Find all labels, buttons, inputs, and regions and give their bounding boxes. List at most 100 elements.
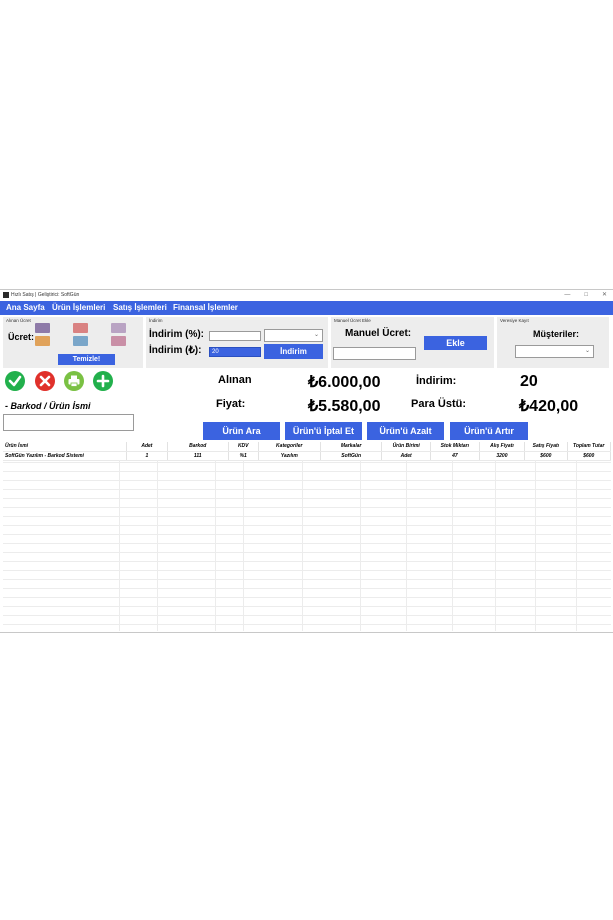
grid-empty-row-line [3, 615, 611, 616]
manuel-ucret-group: Manuel Ücret Ekle Manuel Ücret: Ekle [331, 317, 494, 368]
menu-satis-islemleri[interactable]: Satış İşlemleri [113, 301, 167, 315]
chevron-down-icon: ⌄ [584, 348, 590, 354]
grid-empty-row-line [3, 543, 611, 544]
indirim-summary-label: İndirim: [416, 375, 457, 387]
indirim-tl-input[interactable]: 20 [209, 347, 261, 357]
manuel-ucret-input[interactable] [333, 347, 416, 360]
ekle-button[interactable]: Ekle [424, 336, 487, 350]
veresiye-group-label: Veresiye Kayıt [500, 318, 529, 323]
column-header[interactable]: Ürün Birimi [381, 442, 432, 452]
grid-empty-row-line [3, 489, 611, 490]
grid-empty-row-line [3, 498, 611, 499]
column-header[interactable]: Kategoriler [258, 442, 321, 452]
veresiye-group: Veresiye Kayıt Müşteriler: ⌄ [497, 317, 609, 368]
maximize-button[interactable]: □ [584, 290, 588, 300]
table-cell[interactable]: Yazılım [258, 451, 321, 461]
urun-iptal-button[interactable]: Ürün'ü İptal Et [285, 422, 362, 440]
column-header[interactable]: Toplam Tutar [567, 442, 612, 452]
barkod-input[interactable] [3, 414, 134, 431]
banknote-10[interactable] [73, 323, 88, 333]
grid-column-divider [302, 460, 303, 631]
menu-urun-islemleri[interactable]: Ürün İşlemleri [52, 301, 105, 315]
musteriler-label: Müşteriler: [533, 329, 580, 339]
para-ustu-value: ₺420,00 [519, 398, 579, 415]
ucret-label: Ücret: [8, 332, 35, 342]
temizle-button[interactable]: Temizle! [58, 354, 115, 365]
table-row[interactable]: SoftGün Yazılım - Barkod Sistemi 1 111 %… [3, 451, 612, 461]
grid-empty-row-line [3, 579, 611, 580]
grid-empty-row-line [3, 552, 611, 553]
window-title: Hızlı Satış | Geliştirici: SoftGün [11, 292, 80, 298]
table-cell[interactable]: 111 [167, 451, 229, 461]
alinan-value: ₺6.000,00 [308, 374, 381, 391]
grid-column-divider [215, 460, 216, 631]
grid-column-divider [243, 460, 244, 631]
grid-empty-row-line [3, 507, 611, 508]
grid-header-row: Ürün İsmi Adet Barkod KDV Kategoriler Ma… [3, 442, 612, 452]
manuel-ucret-group-label: Manuel Ücret Ekle [334, 318, 371, 323]
column-header[interactable]: Stok Miktarı [430, 442, 480, 452]
manuel-ucret-label: Manuel Ücret: [345, 328, 412, 339]
alinan-ucret-group: Alınan Ücret Ücret: Temizle! [3, 317, 143, 368]
grid-empty-row-line [3, 588, 611, 589]
column-header[interactable]: Satış Fiyatı [524, 442, 568, 452]
grid-column-divider [576, 460, 577, 631]
banknote-20[interactable] [111, 323, 126, 333]
banknote-5[interactable] [35, 323, 50, 333]
grid-empty-row-line [3, 525, 611, 526]
column-header[interactable]: KDV [228, 442, 259, 452]
alinan-ucret-group-label: Alınan Ücret [6, 318, 31, 323]
fiyat-value: ₺5.580,00 [308, 398, 381, 415]
table-cell[interactable]: $600 [524, 451, 568, 461]
indirim-percent-select[interactable]: ⌄ [264, 329, 323, 342]
barkod-label: - Barkod / Ürün İsmi [5, 401, 91, 411]
banknote-200[interactable] [111, 336, 126, 346]
title-bar: Hızlı Satış | Geliştirici: SoftGün — □ ✕ [0, 290, 613, 300]
grid-empty-row-line [3, 561, 611, 562]
column-header[interactable]: Ürün İsmi [3, 442, 128, 452]
banknote-100[interactable] [73, 336, 88, 346]
column-header[interactable]: Alış Fiyatı [479, 442, 526, 452]
close-button[interactable]: ✕ [602, 290, 607, 300]
menu-bar: Ana Sayfa Ürün İşlemleri Satış İşlemleri… [0, 301, 613, 315]
urun-azalt-button[interactable]: Ürün'ü Azalt [367, 422, 444, 440]
add-button[interactable] [93, 371, 113, 391]
table-cell[interactable]: SoftGün [320, 451, 383, 461]
cancel-sale-button[interactable] [35, 371, 55, 391]
check-icon [8, 375, 22, 387]
minimize-button[interactable]: — [564, 290, 570, 300]
menu-ana-sayfa[interactable]: Ana Sayfa [6, 301, 45, 315]
grid-empty-row-line [3, 570, 611, 571]
plus-icon [96, 374, 110, 388]
column-header[interactable]: Barkod [167, 442, 229, 452]
column-header[interactable]: Adet [126, 442, 168, 452]
column-header[interactable]: Markalar [320, 442, 383, 452]
urun-ara-button[interactable]: Ürün Ara [203, 422, 280, 440]
products-grid[interactable]: Ürün İsmi Adet Barkod KDV Kategoriler Ma… [3, 442, 612, 461]
chevron-down-icon: ⌄ [313, 332, 319, 338]
indirim-group: İndirim İndirim (%): ⌄ İndirim (₺): 20 İ… [146, 317, 328, 368]
menu-finansal-islemler[interactable]: Finansal İşlemler [173, 301, 238, 315]
grid-empty-row-line [3, 516, 611, 517]
indirim-button[interactable]: İndirim [264, 344, 323, 359]
grid-empty-row-line [3, 471, 611, 472]
grid-column-divider [495, 460, 496, 631]
indirim-group-label: İndirim [149, 318, 163, 323]
alinan-label: Alınan [218, 374, 252, 386]
table-cell[interactable]: $600 [567, 451, 612, 461]
close-icon [39, 375, 51, 387]
grid-column-divider [360, 460, 361, 631]
table-cell[interactable]: SoftGün Yazılım - Barkod Sistemi [3, 451, 128, 461]
confirm-sale-button[interactable] [5, 371, 25, 391]
table-cell[interactable]: 47 [430, 451, 480, 461]
banknote-50[interactable] [35, 336, 50, 346]
app-icon [3, 292, 9, 298]
print-button[interactable] [64, 371, 84, 391]
musteriler-select[interactable]: ⌄ [515, 345, 594, 358]
indirim-percent-input[interactable] [209, 331, 261, 341]
printer-icon [68, 375, 80, 387]
urun-artir-button[interactable]: Ürün'ü Artır [450, 422, 528, 440]
indirim-tl-label: İndirim (₺): [149, 345, 202, 356]
table-cell[interactable]: 3200 [479, 451, 526, 461]
table-cell[interactable]: 1 [126, 451, 168, 461]
